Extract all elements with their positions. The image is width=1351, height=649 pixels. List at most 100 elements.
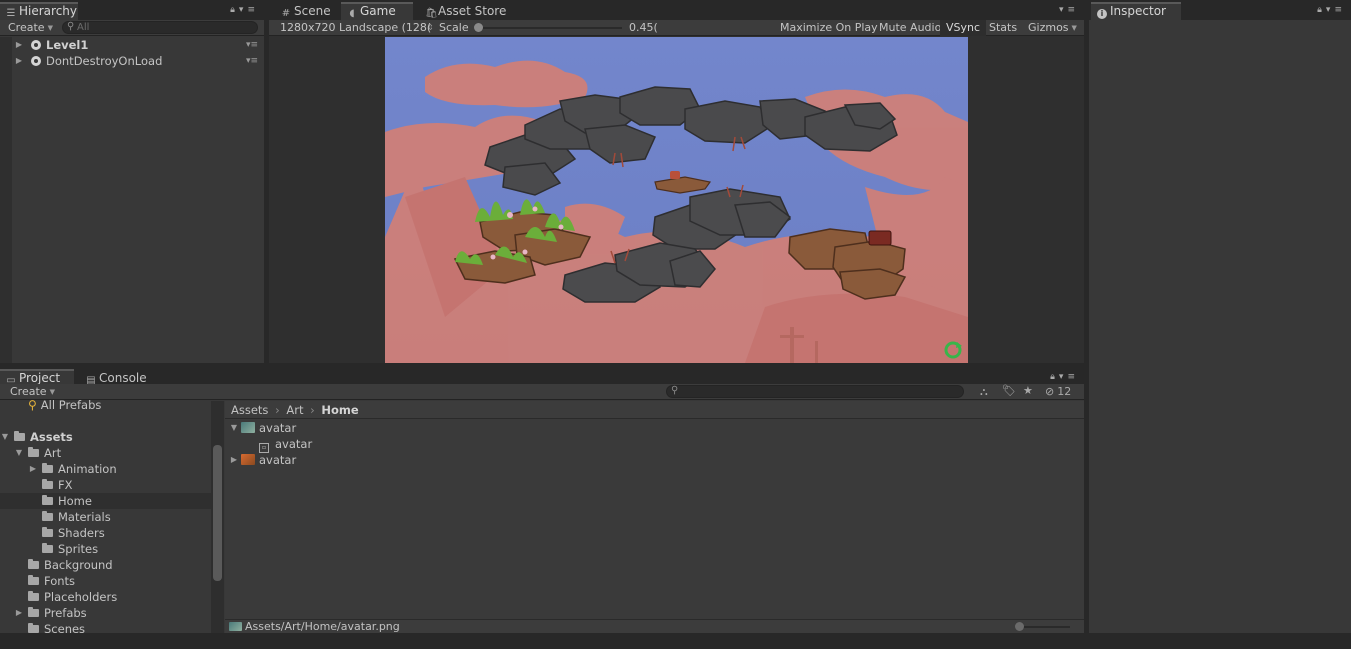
breadcrumb-separator-icon: › — [310, 403, 315, 417]
hidden-packages-icon[interactable]: ⊘ 12 — [1045, 384, 1071, 400]
texture-thumbnail-icon — [241, 454, 255, 465]
folder-icon — [28, 623, 39, 633]
folder-tree-scroll-thumb[interactable] — [213, 445, 222, 581]
project-search-input[interactable]: ⚲ — [666, 385, 964, 398]
tab-inspector[interactable]: i Inspector — [1091, 2, 1181, 20]
store-bag-icon: 🛍︎ — [425, 8, 438, 19]
collapse-arrow-icon[interactable]: ▼ — [14, 445, 24, 461]
folder-tree-scrollbar[interactable] — [211, 401, 224, 633]
folder-icon — [28, 447, 39, 457]
tab-game[interactable]: ◖ Game — [341, 2, 413, 20]
folder-icon — [28, 607, 39, 617]
maximize-on-play-toggle[interactable]: Maximize On Play — [774, 20, 884, 36]
tree-item-background[interactable]: Background — [0, 557, 211, 573]
breadcrumb-home[interactable]: Home — [321, 403, 358, 417]
tree-item-animation[interactable]: ▶ Animation — [0, 461, 211, 477]
tree-item-all-prefabs[interactable]: ⚲ All Prefabs — [0, 397, 211, 413]
folder-icon — [42, 479, 53, 489]
collapse-arrow-icon[interactable]: ▼ — [0, 429, 10, 445]
folder-icon — [42, 511, 53, 521]
tree-item-placeholders[interactable]: Placeholders — [0, 589, 211, 605]
vsync-toggle[interactable]: VSync — [940, 20, 987, 36]
tree-item-home[interactable]: Home — [0, 493, 211, 509]
hierarchy-gutter — [0, 37, 12, 363]
asset-item-avatar-sprite[interactable]: ▫ avatar — [225, 436, 625, 453]
expand-arrow-icon[interactable]: ▶ — [14, 605, 24, 621]
tree-item-assets[interactable]: ▼ Assets — [0, 429, 211, 445]
caret-down-icon: ▼ — [1071, 24, 1077, 32]
stats-toggle[interactable]: Stats — [983, 20, 1023, 36]
unity-scene-icon — [31, 56, 41, 66]
collapse-arrow-icon[interactable]: ▼ — [229, 420, 239, 436]
tab-asset-store[interactable]: 🛍︎Asset Store — [419, 2, 512, 20]
breadcrumb-art[interactable]: Art — [286, 403, 303, 417]
folder-icon — [28, 591, 39, 601]
filter-by-type-icon[interactable]: ⛬ — [980, 385, 988, 399]
grid-icon: # — [281, 8, 291, 19]
caret-down-icon: ▼ — [49, 388, 55, 396]
row-menu-icon[interactable]: ▾≡ — [246, 37, 258, 53]
tree-item-materials[interactable]: Materials — [0, 509, 211, 525]
folder-icon — [42, 527, 53, 537]
scale-slider-thumb[interactable] — [474, 23, 483, 32]
info-icon: i — [1097, 9, 1107, 19]
folder-icon — [28, 559, 39, 569]
search-icon: ⚲ — [671, 385, 679, 396]
folder-icon — [28, 575, 39, 585]
expand-arrow-icon[interactable]: ▶ — [14, 53, 24, 69]
expand-arrow-icon[interactable]: ▶ — [28, 461, 38, 477]
center-tabbar: # Scene ◖ Game 🛍︎Asset Store ▾≡ — [269, 0, 1084, 20]
hierarchy-item-level1[interactable]: ▶ Level1 ▾≡ — [0, 37, 264, 53]
asset-item-avatar-texture[interactable]: ▼ avatar — [225, 420, 625, 436]
inspector-panel: i Inspector 🔒︎▾≡ — [1089, 0, 1351, 633]
pacman-icon: ◖ — [349, 8, 355, 19]
hierarchy-search-input[interactable]: ⚲ All — [62, 21, 258, 34]
panel-menu-icon[interactable]: ▾≡ — [1059, 5, 1079, 15]
panel-menu-icons[interactable]: 🔒︎▾≡ — [1050, 372, 1079, 382]
panel-menu-icons[interactable]: 🔒︎▾≡ — [230, 5, 259, 15]
row-menu-icon[interactable]: ▾≡ — [246, 53, 258, 69]
expand-arrow-icon[interactable]: ▶ — [14, 37, 24, 53]
icon-size-slider[interactable] — [1015, 622, 1070, 631]
hierarchy-toolbar: Create ▼ ⚲ All — [0, 20, 264, 36]
favorite-star-icon[interactable]: ★ — [1023, 384, 1033, 397]
mute-audio-toggle[interactable]: Mute Audio — [873, 20, 947, 36]
asset-item-avatar-prefab[interactable]: ▶ avatar — [225, 452, 625, 468]
filter-by-label-icon[interactable]: 🏷︎ — [1002, 384, 1016, 397]
tree-item-sprites[interactable]: Sprites — [0, 541, 211, 557]
game-toolbar: 1280x720 Landscape (128( ⇕ Scale 0.45( M… — [269, 20, 1084, 36]
breadcrumb-assets[interactable]: Assets — [231, 403, 268, 417]
hierarchy-create-button[interactable]: Create ▼ — [2, 20, 59, 36]
tree-item-prefabs[interactable]: ▶ Prefabs — [0, 605, 211, 621]
folder-icon — [42, 463, 53, 473]
tree-item-shaders[interactable]: Shaders — [0, 525, 211, 541]
texture-thumbnail-icon — [229, 622, 242, 631]
game-panel: # Scene ◖ Game 🛍︎Asset Store ▾≡ 1280x720 L… — [269, 0, 1084, 363]
panel-menu-icons[interactable]: 🔒︎▾≡ — [1317, 5, 1346, 15]
gizmos-dropdown[interactable]: Gizmos ▼ — [1022, 20, 1083, 36]
tree-item-fx[interactable]: FX — [0, 477, 211, 493]
tree-item-fonts[interactable]: Fonts — [0, 573, 211, 589]
hierarchy-item-dontdestroyonload[interactable]: ▶ DontDestroyOnLoad ▾≡ — [0, 53, 264, 69]
breadcrumb: Assets › Art › Home — [225, 401, 1084, 419]
tree-item-art[interactable]: ▼ Art — [0, 445, 211, 461]
tab-hierarchy[interactable]: ☰ Hierarchy — [0, 2, 78, 20]
inspector-tabbar: i Inspector 🔒︎▾≡ — [1089, 0, 1351, 20]
project-panel: ▭ Project ▤ Console 🔒︎▾≡ Create ▼ ⚲ ⛬ 🏷︎ ★ … — [0, 367, 1084, 633]
tree-item-scenes[interactable]: Scenes — [0, 621, 211, 633]
project-folder-tree: ⚲ All Prefabs ▼ Assets ▼ Art ▶ Animation … — [0, 398, 211, 633]
hierarchy-tabbar: ☰ Hierarchy 🔒︎▾≡ — [0, 0, 264, 20]
icon-size-slider-thumb[interactable] — [1015, 622, 1024, 631]
tab-scene[interactable]: # Scene — [275, 2, 337, 20]
resolution-dropdown[interactable]: 1280x720 Landscape (128( — [274, 20, 432, 36]
game-viewport[interactable] — [385, 37, 968, 363]
search-icon: ⚲ — [28, 398, 37, 412]
texture-thumbnail-icon — [241, 422, 255, 433]
unity-scene-icon — [31, 40, 41, 50]
expand-arrow-icon[interactable]: ▶ — [229, 452, 239, 468]
caret-down-icon: ▼ — [47, 24, 53, 32]
breadcrumb-separator-icon: › — [275, 403, 280, 417]
scale-slider[interactable] — [474, 23, 622, 32]
folder-icon — [42, 495, 53, 505]
scale-value: 0.45( — [629, 21, 658, 34]
